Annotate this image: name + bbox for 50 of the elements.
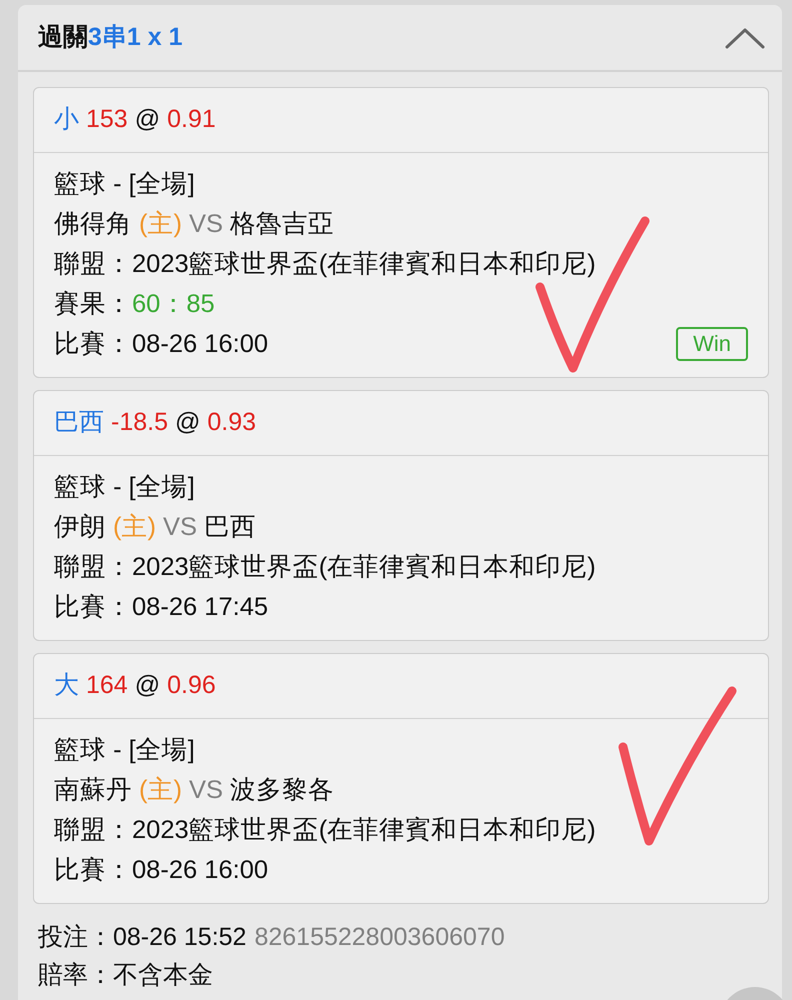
sport-text: 籃球 - [全場] — [54, 472, 196, 503]
match-label: 比賽： — [54, 855, 132, 886]
odds-note-label: 賠率： — [38, 960, 113, 991]
at-sign: @ — [174, 407, 200, 438]
league-label: 聯盟： — [54, 552, 132, 583]
match-time: 08-26 16:00 — [132, 855, 268, 886]
at-sign: @ — [134, 670, 160, 702]
at-sign: @ — [134, 104, 160, 136]
odds-note: 不含本金 — [113, 960, 213, 991]
bet-selection: 巴西 — [54, 407, 104, 438]
odds-value: 0.91 — [167, 104, 216, 136]
away-team: 格魯吉亞 — [230, 209, 334, 240]
ticket-number: 826155228003606070 — [254, 922, 505, 953]
sport-text: 籃球 - [全場] — [54, 735, 196, 766]
home-tag: (主) — [113, 507, 156, 547]
vs-text: VS — [188, 775, 224, 806]
home-tag: (主) — [139, 204, 182, 244]
home-team: 佛得角 — [54, 209, 132, 240]
result-label: 賽果： — [54, 289, 132, 320]
result-badge: Win — [676, 327, 748, 361]
bet-selection: 小 — [54, 104, 79, 136]
league-name: 2023籃球世界盃(在菲律賓和日本和印尼) — [132, 249, 596, 280]
odds-value: 0.93 — [207, 407, 256, 438]
match-time: 08-26 16:00 — [132, 329, 268, 360]
handicap-line: 153 — [86, 104, 128, 136]
match-time: 08-26 17:45 — [132, 592, 268, 623]
sport-text: 籃球 - [全場] — [54, 169, 196, 200]
handicap-line: 164 — [86, 670, 128, 702]
match-label: 比賽： — [54, 592, 132, 623]
league-label: 聯盟： — [54, 249, 132, 280]
league-label: 聯盟： — [54, 815, 132, 846]
home-tag: (主) — [139, 770, 182, 810]
parlay-title: 過關 — [38, 22, 88, 53]
bet-time: 08-26 15:52 — [113, 922, 246, 953]
vs-text: VS — [188, 209, 224, 240]
parlay-type: 3串1 x 1 — [88, 22, 183, 53]
odds-value: 0.96 — [167, 670, 216, 702]
league-name: 2023籃球世界盃(在菲律賓和日本和印尼) — [132, 815, 596, 846]
chevron-up-icon[interactable] — [725, 26, 765, 48]
home-team: 南蘇丹 — [54, 775, 132, 806]
away-team: 波多黎各 — [230, 775, 334, 806]
score-text: 60：85 — [132, 289, 215, 320]
league-name: 2023籃球世界盃(在菲律賓和日本和印尼) — [132, 552, 596, 583]
match-label: 比賽： — [54, 329, 132, 360]
vs-text: VS — [162, 512, 198, 543]
handicap-line: -18.5 — [111, 407, 168, 438]
away-team: 巴西 — [204, 512, 256, 543]
home-team: 伊朗 — [54, 512, 106, 543]
bet-selection: 大 — [54, 670, 79, 702]
bet-time-label: 投注： — [38, 922, 113, 953]
